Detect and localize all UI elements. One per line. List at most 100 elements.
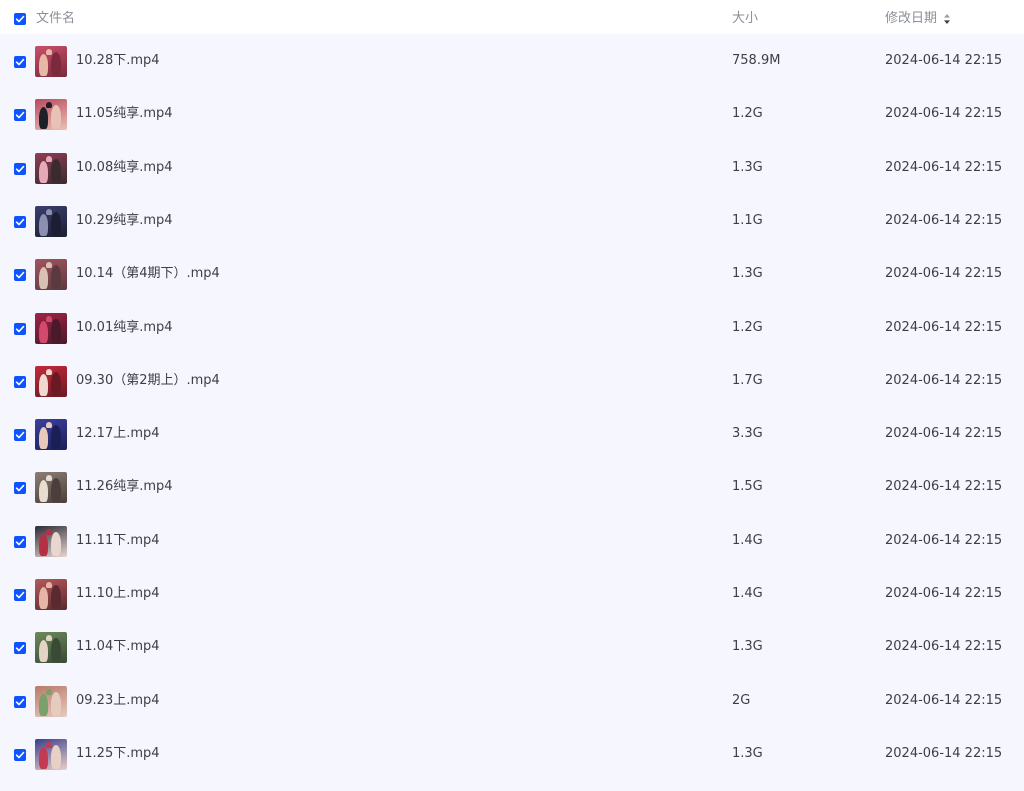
file-list: 文件名 大小 修改日期 10.28下.mp4 758.9M 2024-06-14 2… xyxy=(0,0,1024,791)
file-name[interactable]: 11.10上.mp4 xyxy=(76,586,160,602)
checkmark-icon xyxy=(15,378,25,386)
file-modified-date: 2024-06-14 22:15 xyxy=(885,373,1003,388)
file-modified-date: 2024-06-14 22:15 xyxy=(885,160,1003,175)
checkmark-icon xyxy=(15,165,25,173)
file-name[interactable]: 11.26纯享.mp4 xyxy=(76,479,173,495)
file-row[interactable]: 11.04下.mp4 1.3G 2024-06-14 22:15 xyxy=(0,620,1024,673)
column-header-date[interactable]: 修改日期 xyxy=(885,11,937,27)
file-size: 1.2G xyxy=(732,106,763,121)
file-size: 3.3G xyxy=(732,426,763,441)
video-thumbnail-icon xyxy=(35,366,67,397)
file-modified-date: 2024-06-14 22:15 xyxy=(885,53,1003,68)
row-checkbox[interactable] xyxy=(14,696,26,708)
video-thumbnail-icon xyxy=(35,206,67,237)
file-row[interactable]: 10.01纯享.mp4 1.2G 2024-06-14 22:15 xyxy=(0,301,1024,354)
row-checkbox[interactable] xyxy=(14,109,26,121)
file-size: 1.2G xyxy=(732,320,763,335)
file-name[interactable]: 11.05纯享.mp4 xyxy=(76,106,173,122)
file-modified-date: 2024-06-14 22:15 xyxy=(885,586,1003,601)
file-row[interactable]: 11.10上.mp4 1.4G 2024-06-14 22:15 xyxy=(0,567,1024,620)
row-checkbox[interactable] xyxy=(14,589,26,601)
file-row[interactable]: 09.30（第2期上）.mp4 1.7G 2024-06-14 22:15 xyxy=(0,354,1024,407)
file-row[interactable]: 11.11下.mp4 1.4G 2024-06-14 22:15 xyxy=(0,514,1024,567)
checkmark-icon xyxy=(15,325,25,333)
file-name[interactable]: 10.01纯享.mp4 xyxy=(76,320,173,336)
file-name[interactable]: 10.28下.mp4 xyxy=(76,53,160,69)
file-size: 1.4G xyxy=(732,586,763,601)
file-name[interactable]: 10.14（第4期下）.mp4 xyxy=(76,266,220,282)
file-size: 1.3G xyxy=(732,266,763,281)
file-name[interactable]: 09.23上.mp4 xyxy=(76,693,160,709)
file-size: 1.3G xyxy=(732,639,763,654)
file-size: 1.4G xyxy=(732,533,763,548)
video-thumbnail-icon xyxy=(35,526,67,557)
video-thumbnail-icon xyxy=(35,153,67,184)
file-size: 1.7G xyxy=(732,373,763,388)
row-checkbox[interactable] xyxy=(14,536,26,548)
file-name[interactable]: 11.04下.mp4 xyxy=(76,639,160,655)
checkmark-icon xyxy=(15,484,25,492)
row-checkbox[interactable] xyxy=(14,323,26,335)
row-checkbox[interactable] xyxy=(14,56,26,68)
select-all-checkbox[interactable] xyxy=(14,13,26,25)
file-modified-date: 2024-06-14 22:15 xyxy=(885,213,1003,228)
sort-updown-icon[interactable] xyxy=(943,13,951,25)
file-row[interactable]: 10.08纯享.mp4 1.3G 2024-06-14 22:15 xyxy=(0,141,1024,194)
file-name[interactable]: 12.17上.mp4 xyxy=(76,426,160,442)
file-row[interactable]: 11.05纯享.mp4 1.2G 2024-06-14 22:15 xyxy=(0,87,1024,140)
file-row[interactable]: 12.17上.mp4 3.3G 2024-06-14 22:15 xyxy=(0,407,1024,460)
video-thumbnail-icon xyxy=(35,579,67,610)
checkmark-icon xyxy=(15,111,25,119)
file-name[interactable]: 11.11下.mp4 xyxy=(76,533,160,549)
checkmark-icon xyxy=(15,271,25,279)
row-checkbox[interactable] xyxy=(14,216,26,228)
file-row[interactable]: 11.25下.mp4 1.3G 2024-06-14 22:15 xyxy=(0,727,1024,780)
file-row[interactable]: 10.28下.mp4 758.9M 2024-06-14 22:15 xyxy=(0,34,1024,87)
file-modified-date: 2024-06-14 22:15 xyxy=(885,266,1003,281)
checkmark-icon xyxy=(15,698,25,706)
video-thumbnail-icon xyxy=(35,313,67,344)
row-checkbox[interactable] xyxy=(14,642,26,654)
file-name[interactable]: 11.25下.mp4 xyxy=(76,746,160,762)
file-name[interactable]: 09.30（第2期上）.mp4 xyxy=(76,373,220,389)
checkmark-icon xyxy=(15,15,25,23)
file-modified-date: 2024-06-14 22:15 xyxy=(885,106,1003,121)
file-modified-date: 2024-06-14 22:15 xyxy=(885,479,1003,494)
file-size: 1.3G xyxy=(732,160,763,175)
file-row[interactable]: 09.23上.mp4 2G 2024-06-14 22:15 xyxy=(0,674,1024,727)
file-row[interactable]: 10.14（第4期下）.mp4 1.3G 2024-06-14 22:15 xyxy=(0,247,1024,300)
row-checkbox[interactable] xyxy=(14,482,26,494)
row-checkbox[interactable] xyxy=(14,376,26,388)
list-header: 文件名 大小 修改日期 xyxy=(0,0,1024,34)
file-size: 1.1G xyxy=(732,213,763,228)
checkmark-icon xyxy=(15,431,25,439)
video-thumbnail-icon xyxy=(35,99,67,130)
row-checkbox[interactable] xyxy=(14,269,26,281)
file-row[interactable]: 10.29纯享.mp4 1.1G 2024-06-14 22:15 xyxy=(0,194,1024,247)
row-checkbox[interactable] xyxy=(14,163,26,175)
checkmark-icon xyxy=(15,538,25,546)
file-size: 1.3G xyxy=(732,746,763,761)
row-checkbox[interactable] xyxy=(14,749,26,761)
file-row[interactable]: 11.26纯享.mp4 1.5G 2024-06-14 22:15 xyxy=(0,460,1024,513)
video-thumbnail-icon xyxy=(35,46,67,77)
video-thumbnail-icon xyxy=(35,686,67,717)
file-name[interactable]: 10.08纯享.mp4 xyxy=(76,160,173,176)
row-checkbox[interactable] xyxy=(14,429,26,441)
checkmark-icon xyxy=(15,591,25,599)
file-size: 1.5G xyxy=(732,479,763,494)
video-thumbnail-icon xyxy=(35,739,67,770)
video-thumbnail-icon xyxy=(35,259,67,290)
file-modified-date: 2024-06-14 22:15 xyxy=(885,746,1003,761)
checkmark-icon xyxy=(15,751,25,759)
video-thumbnail-icon xyxy=(35,632,67,663)
column-header-name[interactable]: 文件名 xyxy=(36,11,75,27)
column-header-size[interactable]: 大小 xyxy=(732,11,758,27)
file-rows: 10.28下.mp4 758.9M 2024-06-14 22:15 11.05纯享.… xyxy=(0,34,1024,791)
file-name[interactable]: 10.29纯享.mp4 xyxy=(76,213,173,229)
file-modified-date: 2024-06-14 22:15 xyxy=(885,533,1003,548)
file-modified-date: 2024-06-14 22:15 xyxy=(885,693,1003,708)
file-size: 758.9M xyxy=(732,53,781,68)
checkmark-icon xyxy=(15,218,25,226)
file-modified-date: 2024-06-14 22:15 xyxy=(885,320,1003,335)
